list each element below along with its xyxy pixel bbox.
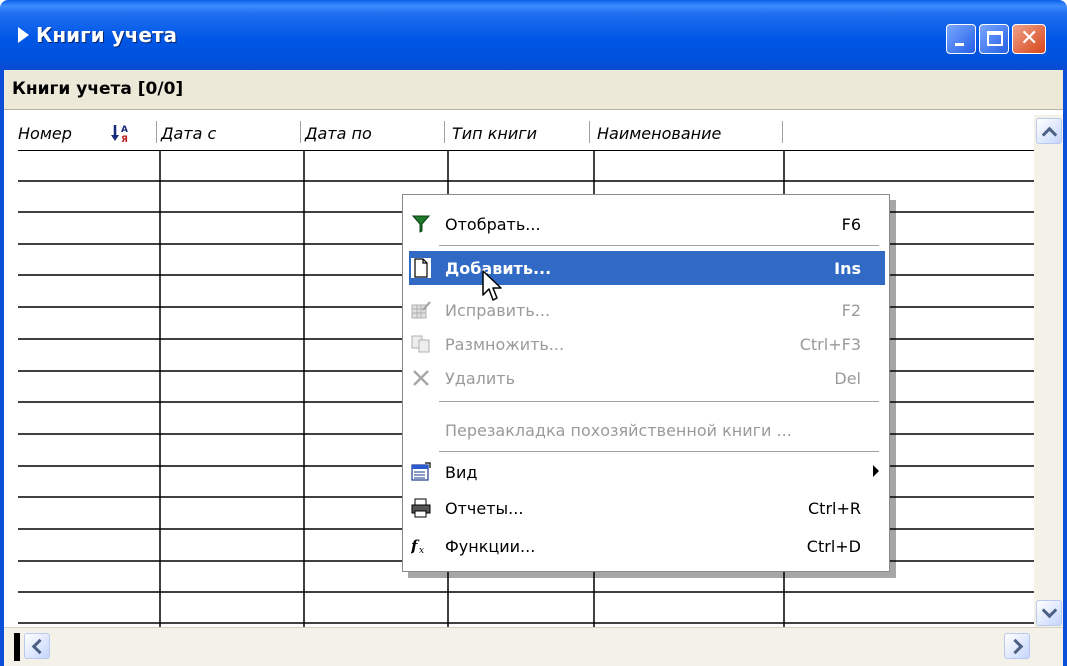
chevron-left-icon xyxy=(31,638,48,655)
menu-item-label: Отчеты... xyxy=(445,499,524,518)
close-button[interactable]: ✕ xyxy=(1012,24,1046,54)
column-separator[interactable] xyxy=(300,121,301,143)
menu-item-shortcut: Ins xyxy=(834,259,861,278)
column-separator[interactable] xyxy=(782,121,783,143)
title-bar[interactable]: Книги учета ✕ xyxy=(0,0,1067,70)
menu-item-label: Вид xyxy=(445,463,478,482)
svg-text:Я: Я xyxy=(121,135,128,144)
column-separator[interactable] xyxy=(156,121,157,143)
menu-item-shortcut: Ctrl+D xyxy=(806,537,861,556)
menu-item-filter[interactable]: Отобрать... F6 xyxy=(409,207,885,241)
close-icon: ✕ xyxy=(1020,26,1039,51)
maximize-icon xyxy=(987,31,1003,46)
chevron-down-icon xyxy=(1041,602,1058,619)
scroll-down-button[interactable] xyxy=(1036,600,1062,626)
grid-caption-bar: Книги учета [0/0] xyxy=(4,70,1063,110)
svg-text:A: A xyxy=(121,125,128,135)
menu-item-delete[interactable]: Удалить Del xyxy=(409,361,885,395)
context-menu: Отобрать... F6 Добавить... Ins Исправить… xyxy=(402,194,890,572)
printer-icon xyxy=(411,498,431,518)
menu-item-label: Функции... xyxy=(445,537,536,556)
window-frame-left xyxy=(0,70,4,666)
sort-ascending-az-icon[interactable]: A Я xyxy=(110,122,132,144)
menu-item-edit[interactable]: Исправить... F2 xyxy=(409,293,885,327)
scroll-left-button[interactable] xyxy=(24,633,50,659)
chevron-right-icon xyxy=(1007,638,1024,655)
column-header-date-from[interactable]: Дата с xyxy=(161,124,216,143)
column-header-date-to[interactable]: Дата по xyxy=(305,124,372,143)
menu-item-rebookmark-household-book[interactable]: Перезакладка похозяйственной книги ... xyxy=(409,413,885,447)
copy-icon xyxy=(411,335,430,353)
column-separator[interactable] xyxy=(589,121,590,143)
chevron-up-icon xyxy=(1041,126,1058,143)
column-separator[interactable] xyxy=(444,121,445,143)
menu-item-shortcut: Ctrl+F3 xyxy=(799,335,861,354)
minimize-button[interactable] xyxy=(946,24,976,54)
filter-icon xyxy=(411,215,431,233)
menu-item-label: Удалить xyxy=(445,369,515,388)
menu-item-shortcut: F2 xyxy=(841,301,861,320)
delete-icon xyxy=(413,370,429,386)
column-header-book-type[interactable]: Тип книги xyxy=(452,124,537,143)
scroll-right-button[interactable] xyxy=(1004,633,1030,659)
submenu-arrow-icon xyxy=(873,465,879,477)
menu-item-reports[interactable]: Отчеты... Ctrl+R xyxy=(409,491,885,525)
maximize-button[interactable] xyxy=(979,24,1009,54)
menu-item-label: Размножить... xyxy=(445,335,565,354)
window-menu-icon[interactable] xyxy=(18,27,29,43)
menu-item-shortcut: F6 xyxy=(841,215,861,234)
column-header-name[interactable]: Наименование xyxy=(597,124,721,143)
vertical-scrollbar[interactable] xyxy=(1034,115,1063,627)
new-document-icon xyxy=(411,258,431,278)
view-icon xyxy=(411,462,431,481)
menu-item-view[interactable]: Вид xyxy=(409,455,885,489)
menu-item-shortcut: Del xyxy=(834,369,861,388)
window-title: Книги учета xyxy=(36,23,178,47)
window-frame-right xyxy=(1063,70,1067,666)
menu-item-duplicate[interactable]: Размножить... Ctrl+F3 xyxy=(409,327,885,361)
horizontal-scrollbar[interactable] xyxy=(4,627,1063,666)
mouse-pointer-icon xyxy=(482,270,502,301)
menu-item-shortcut: Ctrl+R xyxy=(808,499,861,518)
current-record-marker xyxy=(14,633,20,661)
edit-table-icon xyxy=(411,301,431,319)
svg-text:x: x xyxy=(419,546,424,556)
menu-item-add[interactable]: Добавить... Ins xyxy=(409,251,885,285)
column-header-number[interactable]: Номер xyxy=(18,124,72,143)
menu-item-functions[interactable]: f x Функции... Ctrl+D xyxy=(409,529,885,563)
grid-caption: Книги учета [0/0] xyxy=(12,79,184,99)
grid-header: Номер A Я Дата с Дата по Тип книги Наиме… xyxy=(18,115,1034,151)
menu-item-label: Отобрать... xyxy=(445,215,541,234)
menu-separator xyxy=(439,245,879,249)
scroll-up-button[interactable] xyxy=(1036,118,1062,144)
function-icon: f x xyxy=(411,537,424,556)
menu-separator xyxy=(439,401,879,405)
menu-item-label: Перезакладка похозяйственной книги ... xyxy=(445,421,792,440)
minimize-icon xyxy=(955,43,964,46)
